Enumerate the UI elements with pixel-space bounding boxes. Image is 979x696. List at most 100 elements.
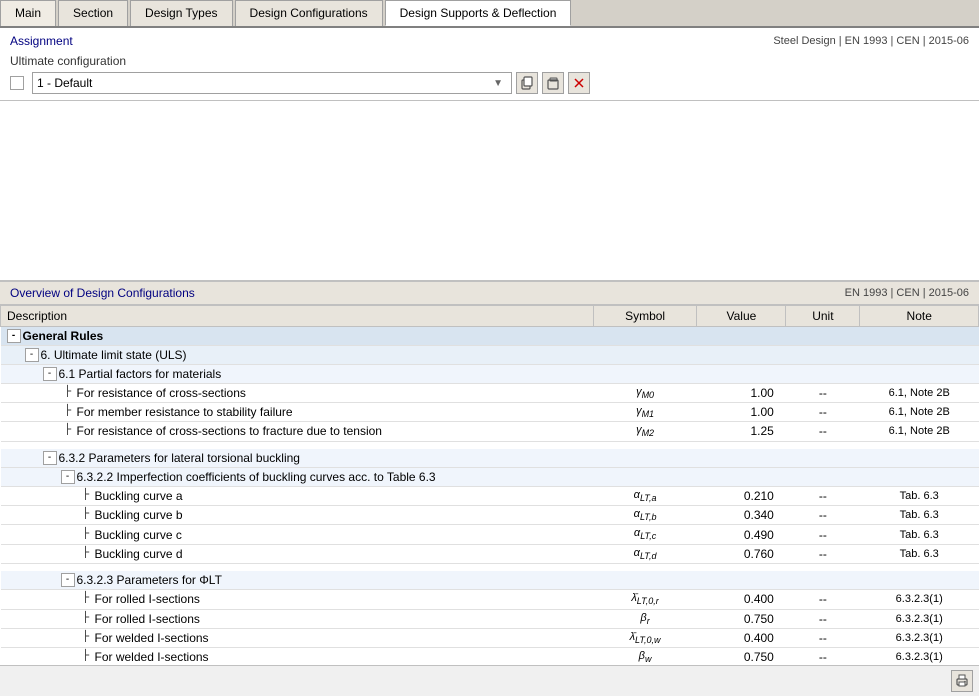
symbol-cell bbox=[593, 571, 697, 590]
unit-cell: -- bbox=[786, 628, 860, 647]
table-row: ├Buckling curve c αLT,c 0.490 -- Tab. 6.… bbox=[1, 525, 979, 544]
desc-cell: -6. Ultimate limit state (ULS) bbox=[1, 346, 594, 365]
table-row bbox=[1, 563, 979, 571]
value-cell bbox=[697, 449, 786, 468]
delete-config-button[interactable] bbox=[568, 72, 590, 94]
unit-cell bbox=[786, 327, 860, 346]
config-select-text: 1 - Default bbox=[37, 76, 489, 90]
note-cell bbox=[860, 346, 979, 365]
value-cell: 0.400 bbox=[697, 590, 786, 609]
desc-cell: -6.3.2.3 Parameters for ΦLT bbox=[1, 571, 594, 590]
config-select-wrapper: 1 - Default ▼ bbox=[10, 72, 969, 94]
symbol-cell: βr bbox=[593, 609, 697, 628]
tree-toggle[interactable]: - bbox=[61, 470, 75, 484]
tab-design-configurations[interactable]: Design Configurations bbox=[235, 0, 383, 26]
top-header: Assignment Steel Design | EN 1993 | CEN … bbox=[10, 34, 969, 48]
overview-version: EN 1993 | CEN | 2015-06 bbox=[845, 287, 969, 299]
tree-leaf: ├ bbox=[79, 528, 93, 542]
symbol-cell: λ̄LT,0,w bbox=[593, 628, 697, 647]
value-cell: 0.760 bbox=[697, 544, 786, 563]
table-container[interactable]: Description Symbol Value Unit Note -Gene… bbox=[0, 305, 979, 665]
tab-design-types[interactable]: Design Types bbox=[130, 0, 233, 26]
table-row bbox=[1, 441, 979, 449]
table-row: -6.1 Partial factors for materials bbox=[1, 365, 979, 384]
symbol-cell bbox=[593, 365, 697, 384]
desc-cell: ├For welded I-sections bbox=[1, 647, 594, 665]
table-row: ├For resistance of cross-sections γM0 1.… bbox=[1, 384, 979, 403]
row-description: 6. Ultimate limit state (ULS) bbox=[41, 348, 187, 362]
unit-cell: -- bbox=[786, 506, 860, 525]
print-button[interactable] bbox=[951, 670, 973, 692]
note-cell: 6.3.2.3(1) bbox=[860, 628, 979, 647]
table-row: -General Rules bbox=[1, 327, 979, 346]
row-description: For member resistance to stability failu… bbox=[77, 405, 293, 419]
symbol-cell: αLT,c bbox=[593, 525, 697, 544]
note-cell: Tab. 6.3 bbox=[860, 506, 979, 525]
ultimate-config-label: Ultimate configuration bbox=[10, 54, 969, 68]
note-cell bbox=[860, 365, 979, 384]
row-description: Buckling curve b bbox=[95, 508, 183, 522]
tab-main[interactable]: Main bbox=[0, 0, 56, 26]
desc-cell: ├For rolled I-sections bbox=[1, 590, 594, 609]
note-cell: 6.1, Note 2B bbox=[860, 403, 979, 422]
unit-cell bbox=[786, 365, 860, 384]
tab-bar: Main Section Design Types Design Configu… bbox=[0, 0, 979, 28]
chevron-down-icon: ▼ bbox=[489, 78, 507, 89]
config-checkbox[interactable] bbox=[10, 76, 24, 90]
copy-config-button[interactable] bbox=[516, 72, 538, 94]
unit-cell: -- bbox=[786, 384, 860, 403]
table-row: ├For rolled I-sections λ̄LT,0,r 0.400 --… bbox=[1, 590, 979, 609]
row-description: 6.3.2 Parameters for lateral torsional b… bbox=[59, 451, 300, 465]
note-cell: 6.1, Note 2B bbox=[860, 422, 979, 441]
top-panel: Assignment Steel Design | EN 1993 | CEN … bbox=[0, 28, 979, 101]
unit-cell: -- bbox=[786, 609, 860, 628]
unit-cell: -- bbox=[786, 544, 860, 563]
symbol-cell bbox=[593, 327, 697, 346]
row-description: General Rules bbox=[23, 329, 104, 343]
desc-cell: -6.3.2 Parameters for lateral torsional … bbox=[1, 449, 594, 468]
config-select[interactable]: 1 - Default ▼ bbox=[32, 72, 512, 94]
note-cell: 6.1, Note 2B bbox=[860, 384, 979, 403]
tree-toggle[interactable]: - bbox=[7, 329, 21, 343]
tree-toggle[interactable]: - bbox=[61, 573, 75, 587]
table-row: ├For welded I-sections βw 0.750 -- 6.3.2… bbox=[1, 647, 979, 665]
steel-design-label: Steel Design | EN 1993 | CEN | 2015-06 bbox=[773, 35, 969, 47]
value-cell: 1.00 bbox=[697, 384, 786, 403]
row-description: For rolled I-sections bbox=[95, 592, 200, 606]
overview-title: Overview of Design Configurations bbox=[10, 286, 195, 300]
tree-leaf: ├ bbox=[79, 547, 93, 561]
row-description: Buckling curve a bbox=[95, 489, 183, 503]
row-description: Buckling curve d bbox=[95, 547, 183, 561]
row-description: 6.3.2.3 Parameters for ΦLT bbox=[77, 573, 222, 587]
tab-section[interactable]: Section bbox=[58, 0, 128, 26]
desc-cell: -6.3.2.2 Imperfection coefficients of bu… bbox=[1, 468, 594, 487]
note-cell: 6.3.2.3(1) bbox=[860, 590, 979, 609]
row-description: For rolled I-sections bbox=[95, 612, 200, 626]
note-cell: Tab. 6.3 bbox=[860, 487, 979, 506]
desc-cell: ├For welded I-sections bbox=[1, 628, 594, 647]
value-cell: 1.00 bbox=[697, 403, 786, 422]
tree-leaf: ├ bbox=[79, 612, 93, 626]
paste-config-button[interactable] bbox=[542, 72, 564, 94]
empty-space bbox=[0, 101, 979, 281]
tree-toggle[interactable]: - bbox=[25, 348, 39, 362]
symbol-cell: αLT,a bbox=[593, 487, 697, 506]
value-cell: 1.25 bbox=[697, 422, 786, 441]
row-description: For welded I-sections bbox=[95, 650, 209, 664]
symbol-cell: γM2 bbox=[593, 422, 697, 441]
tab-design-supports[interactable]: Design Supports & Deflection bbox=[385, 0, 572, 26]
desc-cell: ├For resistance of cross-sections to fra… bbox=[1, 422, 594, 441]
row-description: Buckling curve c bbox=[95, 528, 182, 542]
config-table: Description Symbol Value Unit Note -Gene… bbox=[0, 305, 979, 665]
value-cell: 0.340 bbox=[697, 506, 786, 525]
tree-toggle[interactable]: - bbox=[43, 367, 57, 381]
desc-cell: ├For member resistance to stability fail… bbox=[1, 403, 594, 422]
tree-leaf: ├ bbox=[79, 650, 93, 664]
symbol-cell bbox=[593, 346, 697, 365]
tree-toggle[interactable]: - bbox=[43, 451, 57, 465]
desc-cell: -6.1 Partial factors for materials bbox=[1, 365, 594, 384]
tree-leaf: ├ bbox=[79, 631, 93, 645]
table-row: ├For resistance of cross-sections to fra… bbox=[1, 422, 979, 441]
unit-cell bbox=[786, 571, 860, 590]
row-description: For welded I-sections bbox=[95, 631, 209, 645]
